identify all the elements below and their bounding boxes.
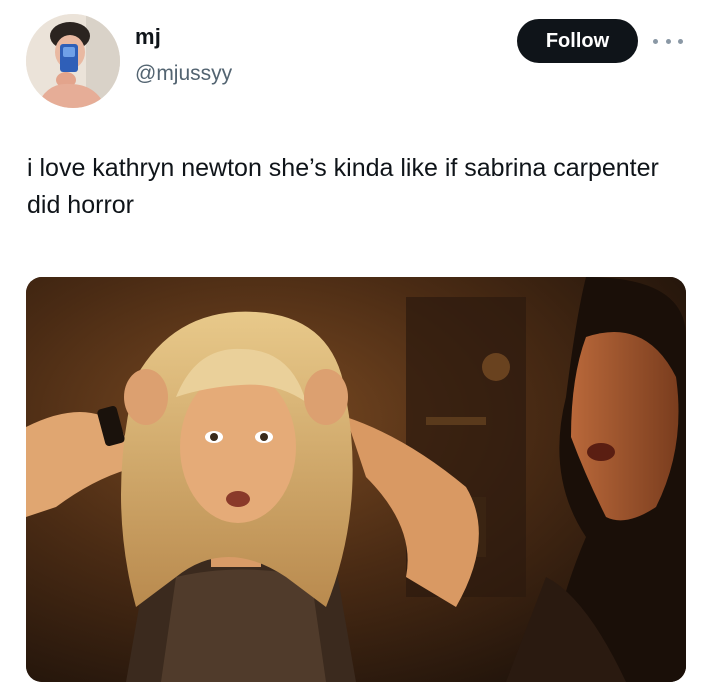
dot-icon — [653, 38, 658, 44]
movie-still-image — [26, 277, 686, 682]
dot-icon — [665, 38, 671, 44]
tweet-text: i love kathryn newton she’s kinda like i… — [27, 154, 659, 219]
user-handle[interactable]: @mjussyy — [135, 62, 232, 86]
follow-button[interactable]: Follow — [517, 19, 638, 63]
tweet-card: mj @mjussyy Follow i love kathryn newton… — [0, 0, 708, 694]
more-horizontal-icon[interactable] — [653, 36, 683, 46]
tweet-media-photo[interactable] — [26, 277, 686, 682]
avatar[interactable] — [26, 14, 120, 108]
display-name[interactable]: mj — [135, 24, 161, 50]
dot-icon — [678, 38, 683, 44]
profile-photo-icon — [26, 14, 120, 108]
